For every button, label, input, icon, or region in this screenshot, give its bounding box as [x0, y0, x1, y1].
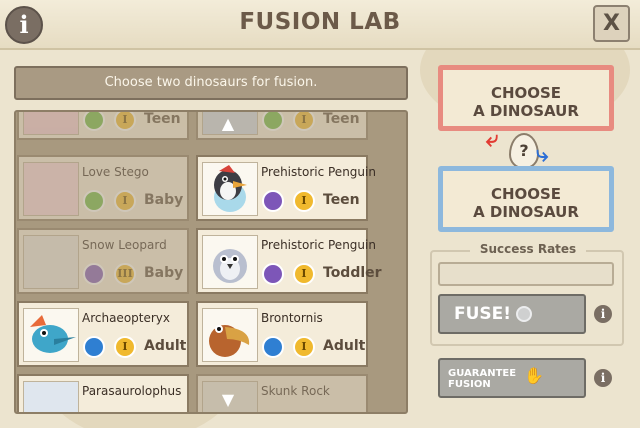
- choose-label: CHOOSE A DINOSAUR: [473, 84, 579, 120]
- scroll-down-icon[interactable]: ▼: [215, 392, 241, 408]
- header-bar: i FUSION LAB X: [0, 0, 640, 50]
- guarantee-fusion-button[interactable]: GUARANTEE FUSION ✋: [438, 358, 586, 398]
- penguin-portrait: [213, 249, 247, 283]
- rank-badge: I: [293, 190, 315, 212]
- archaeopteryx-portrait: [30, 315, 76, 353]
- rank-badge: I: [114, 336, 136, 358]
- page-title: FUSION LAB: [239, 9, 401, 35]
- element-icon: [262, 190, 284, 212]
- dinosaur-name: Prehistoric Penguin: [261, 238, 376, 252]
- element-icon: [83, 112, 105, 131]
- dinosaur-card[interactable]: I Teen: [17, 111, 189, 140]
- dinosaur-name: Snow Leopard: [82, 238, 167, 252]
- red-arrow-icon: ⤶: [486, 127, 499, 152]
- choose-label: CHOOSE A DINOSAUR: [473, 185, 579, 221]
- element-icon: [262, 112, 284, 131]
- rank-badge: I: [114, 112, 136, 131]
- dinosaur-card[interactable]: Love Stego I Baby: [17, 155, 189, 221]
- growth-stage: Toddler: [323, 265, 382, 281]
- dinosaur-card[interactable]: Archaeopteryx I Adult: [17, 301, 189, 367]
- penguin-portrait: [214, 165, 247, 212]
- dinosaur-card[interactable]: Snow Leopard III Baby: [17, 228, 189, 294]
- growth-stage: Baby: [144, 265, 184, 281]
- dinosaur-portrait: [23, 308, 79, 362]
- fusion-egg-icon: ?: [509, 133, 539, 169]
- success-rates-label: Success Rates: [470, 242, 586, 256]
- dinosaur-portrait: [23, 381, 79, 412]
- rank-badge: I: [114, 190, 136, 212]
- rank-badge: I: [293, 112, 315, 131]
- rank-badge: I: [293, 263, 315, 285]
- rank-badge: III: [114, 263, 136, 285]
- dinosaur-name: Skunk Rock: [261, 384, 330, 398]
- brontornis-portrait: [209, 325, 250, 357]
- element-icon: [262, 336, 284, 358]
- fuse-help-icon[interactable]: i: [594, 305, 612, 323]
- dinosaur-portrait: [202, 308, 258, 362]
- growth-stage: Teen: [323, 111, 360, 127]
- close-button[interactable]: X: [593, 5, 630, 42]
- dinosaur-card[interactable]: Brontornis I Adult: [196, 301, 368, 367]
- dinosaur-name: Parasaurolophus: [82, 384, 182, 398]
- dinosaur-name: Archaeopteryx: [82, 311, 171, 325]
- growth-stage: Adult: [144, 338, 187, 354]
- fusion-prompt: Choose two dinosaurs for fusion.: [14, 66, 408, 100]
- growth-stage: Baby: [144, 192, 184, 208]
- fuse-label: FUSE!: [454, 304, 512, 324]
- growth-stage: Teen: [323, 192, 360, 208]
- dinosaur-card[interactable]: Parasaurolophus: [17, 374, 189, 412]
- coin-icon: [516, 306, 532, 322]
- growth-stage: Teen: [144, 111, 181, 127]
- dinosaur-portrait: [23, 235, 79, 289]
- choose-dinosaur-slot-1[interactable]: CHOOSE A DINOSAUR: [438, 65, 614, 131]
- dinosaur-name: Love Stego: [82, 165, 149, 179]
- dinosaur-portrait: [202, 162, 258, 216]
- guarantee-label: GUARANTEE FUSION: [448, 368, 517, 390]
- blue-arrow-icon: ⤷: [536, 142, 549, 167]
- element-icon: [262, 263, 284, 285]
- dinosaur-card[interactable]: Prehistoric Penguin I Teen: [196, 155, 376, 221]
- dinosaur-name: Brontornis: [261, 311, 323, 325]
- success-rate-bar: [438, 262, 614, 286]
- fuse-button[interactable]: FUSE!: [438, 294, 586, 334]
- dinosaur-list[interactable]: I Teen I Teen Love Stego I Baby Prehisto…: [14, 110, 408, 414]
- hand-icon: ✋: [524, 366, 544, 385]
- element-icon: [83, 190, 105, 212]
- choose-dinosaur-slot-2[interactable]: CHOOSE A DINOSAUR: [438, 166, 614, 232]
- scroll-up-icon[interactable]: ▲: [215, 116, 241, 132]
- dinosaur-portrait: [202, 235, 258, 289]
- dinosaur-name: Prehistoric Penguin: [261, 165, 376, 179]
- element-icon: [83, 336, 105, 358]
- guarantee-help-icon[interactable]: i: [594, 369, 612, 387]
- growth-stage: Adult: [323, 338, 366, 354]
- rank-badge: I: [293, 336, 315, 358]
- dinosaur-portrait: [23, 112, 79, 135]
- element-icon: [83, 263, 105, 285]
- dinosaur-card[interactable]: Prehistoric Penguin I Toddler: [196, 228, 382, 294]
- dinosaur-portrait: [23, 162, 79, 216]
